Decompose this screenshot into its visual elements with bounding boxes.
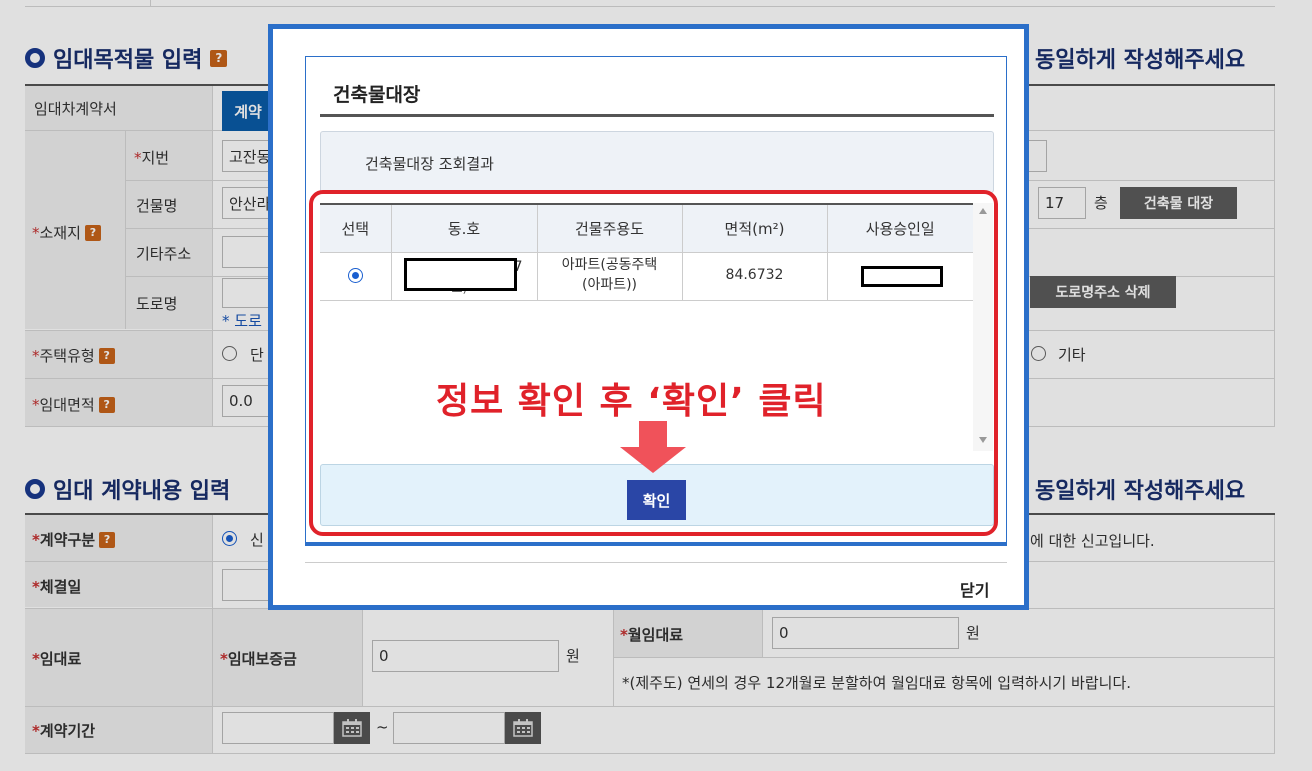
footer-rule: [305, 562, 1007, 563]
close-button[interactable]: 닫기: [960, 577, 989, 601]
title-rule: [320, 114, 994, 117]
annotation-frame: [309, 190, 998, 536]
down-arrow-icon: [620, 421, 686, 473]
annotation-text: 정보 확인 후 ‘확인’ 클릭: [436, 381, 827, 422]
modal-title: 건축물대장: [333, 84, 421, 106]
result-label: 건축물대장 조회결과: [365, 155, 494, 173]
